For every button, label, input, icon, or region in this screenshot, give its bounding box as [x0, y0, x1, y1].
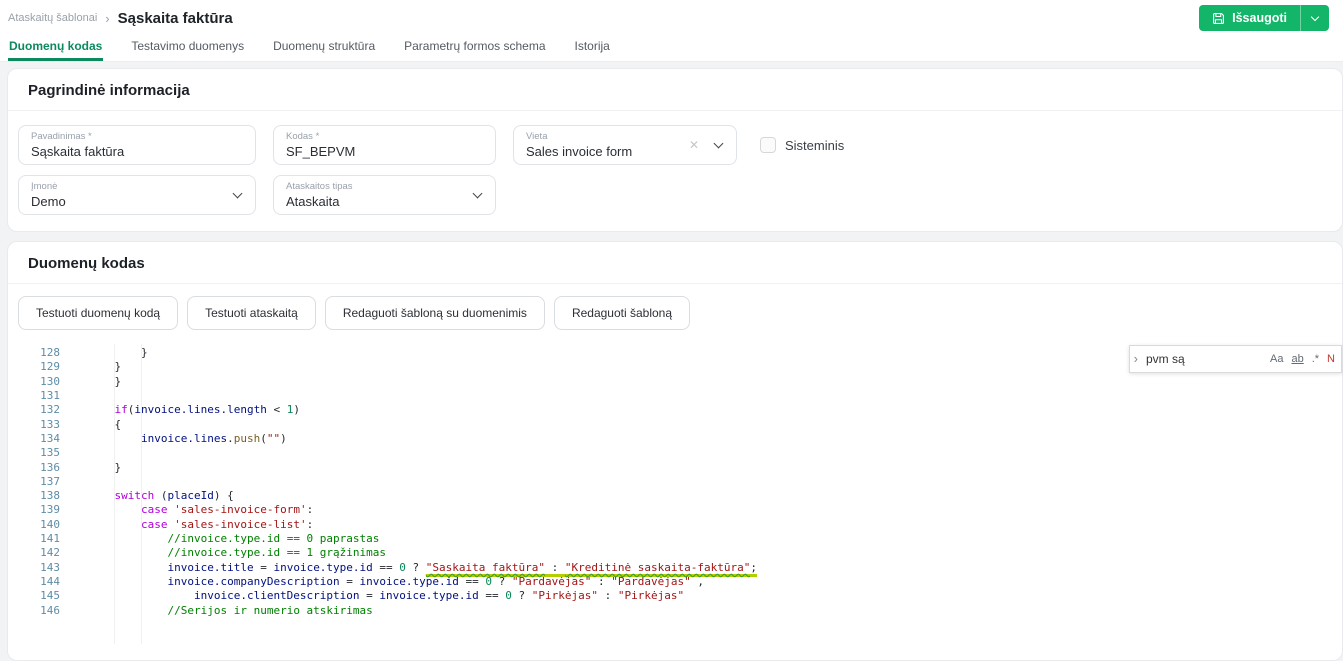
code-line: //Serijos ir numerio atskirimas [88, 604, 757, 618]
line-number: 128 [8, 346, 60, 360]
line-number: 132 [8, 403, 60, 417]
pavadinimas-value: Sąskaita faktūra [31, 144, 243, 159]
save-split-button[interactable]: Išsaugoti [1199, 5, 1329, 31]
code-card: Duomenų kodas Testuoti duomenų kodąTestu… [7, 241, 1343, 661]
ataskaitos-tipas-label: Ataskaitos tipas [286, 181, 483, 192]
find-results-text: N [1327, 352, 1335, 366]
editor-find-widget: › pvm są Aa ab .* N [1129, 345, 1342, 373]
main-info-fields: Pavadinimas * Sąskaita faktūra Kodas * S… [8, 111, 1342, 231]
code-line: { [88, 418, 757, 432]
code-line: //invoice.type.id == 1 grąžinimas [88, 546, 757, 560]
whole-word-icon[interactable]: ab [1291, 352, 1303, 366]
code-line [88, 446, 757, 460]
code-line: } [88, 461, 757, 475]
line-number: 129 [8, 360, 60, 374]
line-number: 140 [8, 518, 60, 532]
line-number: 134 [8, 432, 60, 446]
section-title-main-info: Pagrindinė informacija [8, 69, 1342, 111]
line-number: 142 [8, 546, 60, 560]
breadcrumb: Ataskaitų šablonai › Sąskaita faktūra [8, 10, 233, 27]
find-toggles: Aa ab .* [1270, 352, 1319, 366]
line-number: 136 [8, 461, 60, 475]
tab-duomenų-kodas[interactable]: Duomenų kodas [8, 36, 103, 61]
breadcrumb-parent[interactable]: Ataskaitų šablonai [8, 12, 97, 24]
code-action-buttons: Testuoti duomenų kodą Testuoti ataskaitą R… [8, 284, 1342, 340]
line-number: 144 [8, 575, 60, 589]
code-line [88, 475, 757, 489]
chevron-down-icon [1311, 12, 1319, 20]
tab-istorija[interactable]: Istorija [574, 36, 611, 61]
line-number: 141 [8, 532, 60, 546]
editor-line-numbers: 1281291301311321331341351361371381391401… [8, 346, 60, 618]
sisteminis-label: Sisteminis [785, 138, 844, 153]
line-number: 138 [8, 489, 60, 503]
line-number: 139 [8, 503, 60, 517]
code-line [88, 389, 757, 403]
code-line: //invoice.type.id == 0 paprastas [88, 532, 757, 546]
tab-duomenų-struktūra[interactable]: Duomenų struktūra [272, 36, 376, 61]
code-line: invoice.lines.push("") [88, 432, 757, 446]
sisteminis-checkbox-group: Sisteminis [760, 137, 844, 153]
code-line: case 'sales-invoice-form': [88, 503, 757, 517]
save-dropdown-button[interactable] [1301, 5, 1329, 31]
match-case-icon[interactable]: Aa [1270, 352, 1283, 366]
sisteminis-checkbox[interactable] [760, 137, 776, 153]
testuoti-ataskaitą-button[interactable]: Testuoti ataskaitą [187, 296, 316, 330]
line-number: 143 [8, 561, 60, 575]
code-line: invoice.clientDescription = invoice.type… [88, 589, 757, 603]
regex-icon[interactable]: .* [1312, 352, 1319, 366]
redaguoti-šabloną-button[interactable]: Redaguoti šabloną [554, 296, 690, 330]
save-button-label: Išsaugoti [1232, 11, 1287, 25]
code-editor[interactable]: 1281291301311321331341351361371381391401… [8, 344, 1342, 644]
page-title: Sąskaita faktūra [118, 10, 233, 27]
imone-select[interactable]: Įmonė Demo [18, 175, 256, 215]
imone-label: Įmonė [31, 181, 243, 192]
code-line: invoice.companyDescription = invoice.typ… [88, 575, 757, 589]
redaguoti-šabloną-su-duomenimis-button[interactable]: Redaguoti šabloną su duomenimis [325, 296, 545, 330]
kodas-label: Kodas * [286, 131, 483, 142]
breadcrumb-separator-icon: › [105, 11, 109, 26]
kodas-value: SF_BEPVM [286, 144, 483, 159]
line-number: 130 [8, 375, 60, 389]
line-number: 146 [8, 604, 60, 618]
ataskaitos-tipas-select[interactable]: Ataskaitos tipas Ataskaita [273, 175, 496, 215]
code-line: invoice.title = invoice.type.id == 0 ? "… [88, 561, 757, 575]
clear-icon[interactable]: ✕ [689, 138, 699, 152]
tab-testavimo-duomenys[interactable]: Testavimo duomenys [130, 36, 245, 61]
line-number: 145 [8, 589, 60, 603]
code-line: } [88, 346, 757, 360]
imone-value: Demo [31, 194, 243, 209]
find-input[interactable]: pvm są [1146, 352, 1262, 366]
pavadinimas-field[interactable]: Pavadinimas * Sąskaita faktūra [18, 125, 256, 165]
code-line: } [88, 375, 757, 389]
line-number: 135 [8, 446, 60, 460]
line-number: 133 [8, 418, 60, 432]
code-line: } [88, 360, 757, 374]
code-line: case 'sales-invoice-list': [88, 518, 757, 532]
find-expand-icon[interactable]: › [1134, 352, 1138, 366]
ataskaitos-tipas-value: Ataskaita [286, 194, 483, 209]
kodas-field[interactable]: Kodas * SF_BEPVM [273, 125, 496, 165]
tab-bar: Duomenų kodas Testavimo duomenys Duomenų s… [0, 36, 1343, 62]
save-button[interactable]: Išsaugoti [1199, 5, 1300, 31]
main-info-card: Pagrindinė informacija Pavadinimas * Sąs… [7, 68, 1343, 232]
line-number: 137 [8, 475, 60, 489]
pavadinimas-label: Pavadinimas * [31, 131, 243, 142]
tab-parametrų-formos-schema[interactable]: Parametrų formos schema [403, 36, 546, 61]
section-title-code: Duomenų kodas [8, 242, 1342, 284]
floppy-disk-icon [1212, 12, 1225, 25]
editor-code-area[interactable]: } } } if(invoice.lines.length < 1) { inv… [88, 346, 757, 618]
line-number: 131 [8, 389, 60, 403]
top-bar: Ataskaitų šablonai › Sąskaita faktūra Iš… [0, 0, 1343, 36]
testuoti-duomenų-kodą-button[interactable]: Testuoti duomenų kodą [18, 296, 178, 330]
vieta-select[interactable]: Vieta Sales invoice form ✕ [513, 125, 737, 165]
code-line: switch (placeId) { [88, 489, 757, 503]
code-line: if(invoice.lines.length < 1) [88, 403, 757, 417]
